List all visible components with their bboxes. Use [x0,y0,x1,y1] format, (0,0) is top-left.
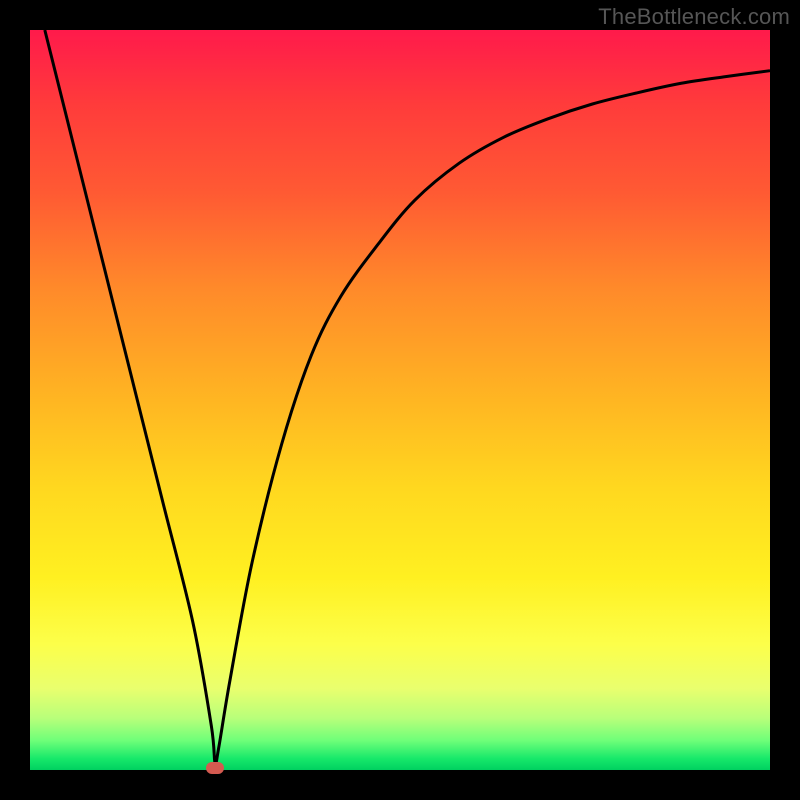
series-curve [45,30,770,764]
chart-curve [30,30,770,770]
chart-frame: TheBottleneck.com [0,0,800,800]
attribution-text: TheBottleneck.com [598,4,790,30]
bottleneck-marker [206,762,224,774]
chart-plot-area [30,30,770,770]
